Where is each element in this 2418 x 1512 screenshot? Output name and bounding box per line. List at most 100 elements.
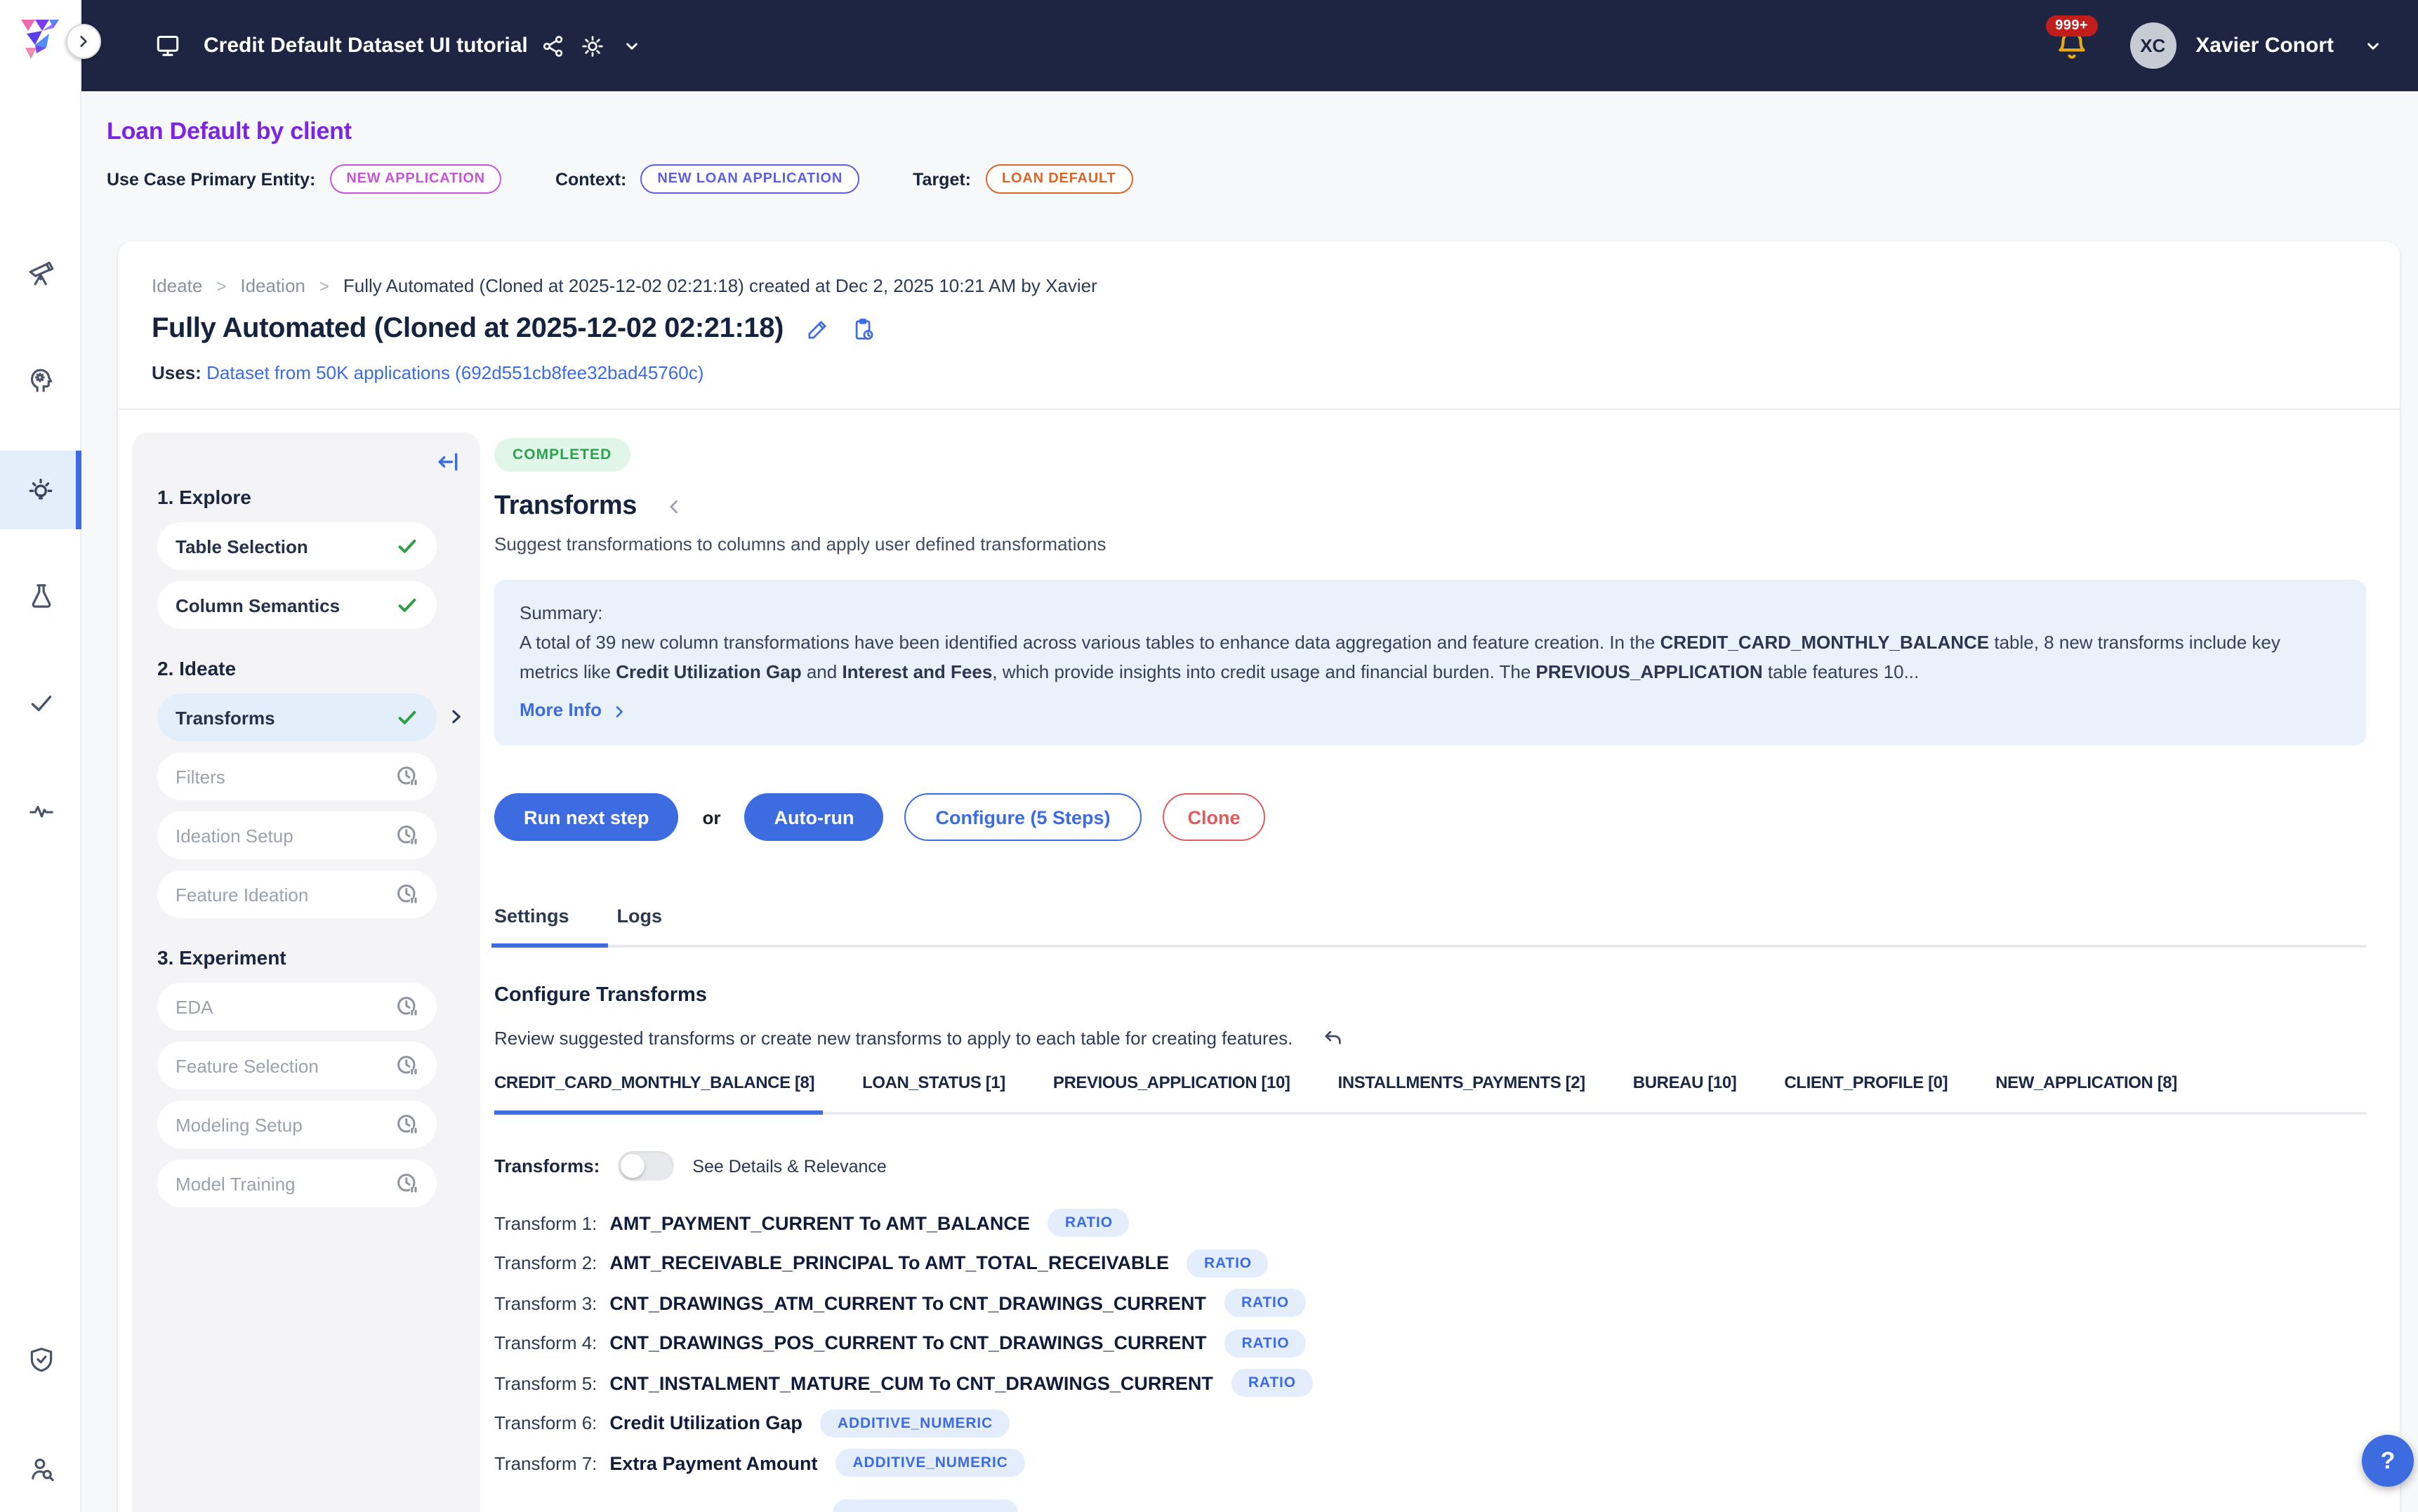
steps-panel: 1. Explore Table Selection: [132, 432, 480, 1512]
transform-name: Credit Utilization Gap: [609, 1413, 802, 1434]
transform-prefix: Transform 3:: [494, 1293, 597, 1314]
transform-prefix: Transform 6:: [494, 1413, 597, 1434]
step-item-modeling-setup[interactable]: Modeling Setup: [157, 1101, 437, 1148]
breadcrumb-ideate[interactable]: Ideate: [152, 275, 202, 296]
notifications-bell[interactable]: 999+: [2054, 27, 2090, 64]
featurebyte-logo[interactable]: [18, 17, 60, 62]
icon-rail: [0, 0, 81, 1512]
app-window: Credit Default Dataset UI tutorial: [0, 0, 2418, 1512]
explore-telescope-icon[interactable]: [0, 233, 81, 312]
user-menu-chevron-icon[interactable]: [2353, 26, 2393, 65]
transform-row: Transform 7: Extra Payment Amount ADDITI…: [494, 1443, 2366, 1483]
summary-label: Summary:: [520, 599, 2341, 629]
step-item-eda[interactable]: EDA: [157, 983, 437, 1030]
transform-row: Transform 4: CNT_DRAWINGS_POS_CURRENT To…: [494, 1323, 2366, 1363]
help-button[interactable]: ?: [2362, 1435, 2414, 1487]
step-section-heading: 1. Explore: [157, 486, 458, 508]
table-tab-loan-status-1[interactable]: LOAN_STATUS [1]: [862, 1073, 1005, 1112]
clipboard-history-icon[interactable]: [851, 317, 876, 342]
check-icon: [396, 535, 418, 557]
undo-icon[interactable]: [1321, 1026, 1345, 1050]
use-case-header: Loan Default by client Use Case Primary …: [107, 118, 1133, 194]
table-tab-installments-payments-2[interactable]: INSTALLMENTS_PAYMENTS [2]: [1338, 1073, 1585, 1112]
step-item-feature-selection[interactable]: Feature Selection: [157, 1042, 437, 1089]
toggle-hint: See Details & Relevance: [692, 1156, 887, 1176]
monitor-pulse-icon[interactable]: [0, 771, 81, 849]
entity-label: Use Case Primary Entity:: [107, 169, 315, 189]
tab-settings[interactable]: Settings: [494, 906, 569, 945]
transform-name: AMT_RECEIVABLE_PRINCIPAL To AMT_TOTAL_RE…: [609, 1253, 1169, 1274]
summary-box: Summary: A total of 39 new column transf…: [494, 580, 2366, 745]
transform-type-badge: RATIO: [1187, 1249, 1269, 1278]
configure-button[interactable]: Configure (5 Steps): [905, 793, 1142, 841]
validate-check-icon[interactable]: [0, 663, 81, 741]
ideate-mind-icon[interactable]: [0, 340, 81, 418]
step-section-heading: 2. Ideate: [157, 657, 458, 679]
breadcrumb-current: Fully Automated (Cloned at 2025-12-02 02…: [343, 275, 1097, 296]
monitor-icon: [147, 26, 187, 65]
status-badge: COMPLETED: [494, 438, 630, 472]
transform-name: CNT_INSTALMENT_MATURE_CUM To CNT_DRAWING…: [609, 1373, 1213, 1394]
details-relevance-toggle[interactable]: [618, 1151, 674, 1181]
table-tab-client-profile-0[interactable]: CLIENT_PROFILE [0]: [1784, 1073, 1948, 1112]
project-menu-chevron-icon[interactable]: [612, 26, 652, 65]
step-item-column-semantics[interactable]: Column Semantics: [157, 581, 437, 629]
step-item-model-training[interactable]: Model Training: [157, 1160, 437, 1207]
tab-logs[interactable]: Logs: [617, 906, 663, 945]
transform-type-badge: RATIO: [1231, 1370, 1313, 1398]
table-tab-bureau-10[interactable]: BUREAU [10]: [1633, 1073, 1737, 1112]
step-item-feature-ideation[interactable]: Feature Ideation: [157, 870, 437, 918]
transform-name: Extra Payment Amount: [609, 1453, 817, 1474]
breadcrumb-separator: >: [319, 276, 329, 296]
user-search-icon[interactable]: [0, 1429, 81, 1508]
collapse-summary-chevron-icon[interactable]: [665, 497, 685, 517]
gear-icon[interactable]: [573, 26, 612, 65]
transform-row: Transform 1: AMT_PAYMENT_CURRENT To AMT_…: [494, 1203, 2366, 1243]
dataset-link[interactable]: Dataset from 50K applications (692d551cb…: [206, 362, 703, 383]
table-tab-credit-card-monthly-balance-8[interactable]: CREDIT_CARD_MONTHLY_BALANCE [8]: [494, 1073, 814, 1112]
context-label: Context:: [555, 169, 626, 189]
transform-type-badge: RATIO: [1224, 1329, 1306, 1358]
experiment-flask-icon[interactable]: [0, 556, 81, 635]
ideation-lightbulb-icon[interactable]: [0, 451, 81, 529]
pending-clock-icon: [396, 1113, 418, 1136]
review-text: Review suggested transforms or create ne…: [494, 1028, 1293, 1049]
more-info-link[interactable]: More Info: [520, 697, 2341, 727]
configure-heading: Configure Transforms: [494, 984, 2366, 1007]
pending-clock-icon: [396, 765, 418, 788]
transform-row: Transform 3: CNT_DRAWINGS_ATM_CURRENT To…: [494, 1283, 2366, 1323]
target-pill[interactable]: LOAN DEFAULT: [985, 164, 1133, 194]
transforms-label: Transforms:: [494, 1155, 600, 1176]
clone-button[interactable]: Clone: [1163, 793, 1266, 841]
transform-row: Transform 2: AMT_RECEIVABLE_PRINCIPAL To…: [494, 1243, 2366, 1283]
top-bar: Credit Default Dataset UI tutorial: [81, 0, 2418, 91]
step-item-table-selection[interactable]: Table Selection: [157, 522, 437, 570]
breadcrumb-ideation[interactable]: Ideation: [240, 275, 305, 296]
pending-clock-icon: [396, 995, 418, 1018]
avatar[interactable]: XC: [2129, 22, 2176, 69]
auto-run-button[interactable]: Auto-run: [745, 793, 884, 841]
sidebar-expand-button[interactable]: [66, 24, 101, 59]
check-icon: [396, 594, 418, 616]
share-icon[interactable]: [534, 26, 573, 65]
table-tab-previous-application-10[interactable]: PREVIOUS_APPLICATION [10]: [1053, 1073, 1290, 1112]
target-label: Target:: [913, 169, 971, 189]
pending-clock-icon: [396, 1172, 418, 1195]
entity-pill[interactable]: NEW APPLICATION: [329, 164, 502, 194]
active-step-chevron-icon[interactable]: [447, 705, 466, 729]
transform-row: Transform 5: CNT_INSTALMENT_MATURE_CUM T…: [494, 1363, 2366, 1403]
transform-type-badge: RATIO: [1048, 1209, 1130, 1238]
step-item-transforms[interactable]: Transforms: [157, 694, 437, 741]
table-tabs: CREDIT_CARD_MONTHLY_BALANCE [8] LOAN_STAT…: [494, 1073, 2366, 1115]
table-tab-new-application-8[interactable]: NEW_APPLICATION [8]: [1995, 1073, 2177, 1112]
transform-prefix: Transform 1:: [494, 1213, 597, 1234]
transform-prefix: Transform 2:: [494, 1253, 597, 1274]
ideation-title: Fully Automated (Cloned at 2025-12-02 02…: [152, 313, 784, 345]
edit-icon[interactable]: [805, 317, 830, 342]
step-item-ideation-setup[interactable]: Ideation Setup: [157, 811, 437, 859]
context-pill[interactable]: NEW LOAN APPLICATION: [640, 164, 859, 194]
governance-shield-icon[interactable]: [0, 1320, 81, 1398]
panel-collapse-icon[interactable]: [435, 449, 461, 475]
run-next-step-button[interactable]: Run next step: [494, 793, 679, 841]
step-item-filters[interactable]: Filters: [157, 752, 437, 800]
